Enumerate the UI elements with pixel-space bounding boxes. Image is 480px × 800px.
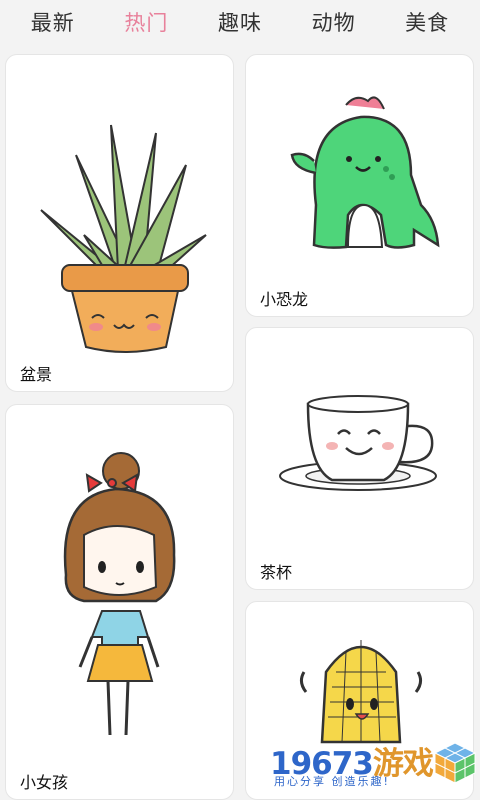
card-title: 茶杯 [260,563,293,582]
tab-latest[interactable]: 最新 [31,7,75,37]
cube-logo-icon [433,742,477,784]
dinosaur-illustration [290,96,440,249]
drawing-card-dinosaur[interactable]: 小恐龙 [245,54,474,317]
category-tabs: 最新 热门 趣味 动物 美食 [0,0,480,44]
tab-fun[interactable]: 趣味 [218,7,262,37]
drawing-card-girl[interactable]: 小女孩 [5,404,234,800]
card-title: 盆景 [20,365,53,384]
teacup-illustration [279,395,437,491]
tab-food[interactable]: 美食 [405,7,449,37]
site-watermark: 19673游戏 用心分享 创造乐趣! [254,730,480,800]
card-title: 小恐龙 [260,290,309,309]
card-title: 小女孩 [20,773,69,792]
drawing-card-plant[interactable]: 盆景 [5,54,234,392]
tab-hot[interactable]: 热门 [124,7,168,37]
watermark-tagline: 用心分享 创造乐趣! [274,775,390,788]
girl-illustration [63,452,176,736]
potted-plant-illustration [40,124,207,353]
tab-animals[interactable]: 动物 [312,7,356,37]
drawing-card-teacup[interactable]: 茶杯 [245,327,474,590]
